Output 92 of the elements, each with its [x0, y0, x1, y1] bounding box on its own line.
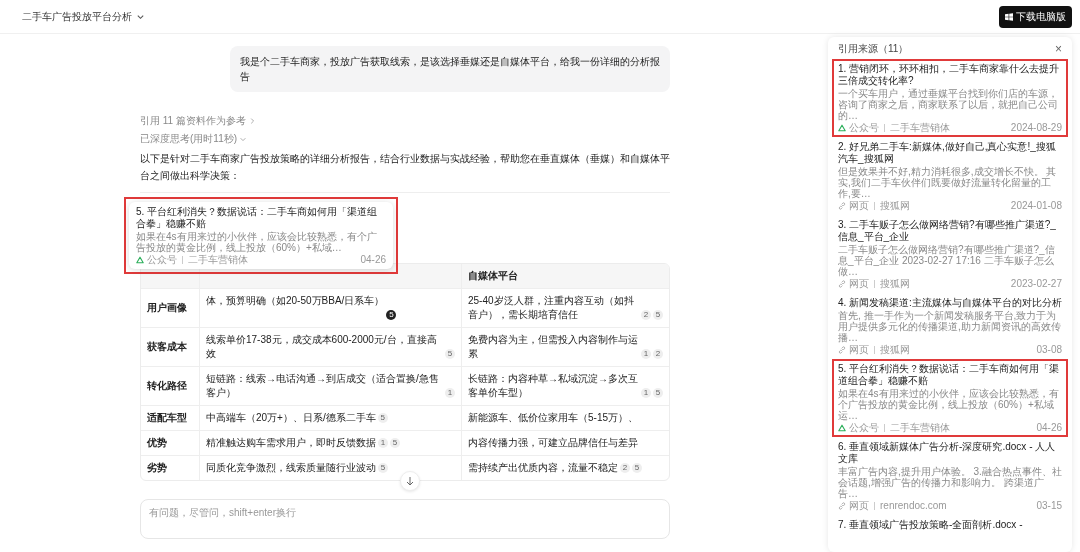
source-snippet: 如果在4s有用来过的小伙伴，应该会比较熟悉，有个广告投放的黄金比例，线上投放（60%）+私域运… [838, 388, 1060, 421]
source-date: 2024-08-29 [1010, 122, 1062, 133]
table-cell-text: 短链路：线索→电话沟通→到店成交（适合置换/急售客户） [206, 372, 440, 400]
citation-badge[interactable]: 5 [378, 463, 388, 473]
table-cell: 长链路：内容种草→私域沉淀→多次互客单价车型） [468, 372, 639, 400]
source-date: 04-26 [360, 254, 386, 265]
table-cell: 新能源车、低价位家用车（5-15万）、 [468, 411, 638, 425]
source-title: 1. 营销闭环，环环相扣，二手车商家靠什么去提升三倍成交转化率? [838, 63, 1061, 87]
table-cell: 中高端车（20万+）、日系/德系二手车 [206, 411, 376, 425]
row-label: 用户画像 [147, 301, 187, 315]
source-title: 2. 好兄弟二手车:新媒体,做好自己,真心实意!_搜狐汽车_搜狐网 [838, 141, 1057, 165]
source-name: 搜狐网 [880, 278, 910, 289]
source-type: 网页 [849, 344, 869, 355]
citation-badge[interactable]: 1 [641, 388, 651, 398]
source-name: 搜狐网 [880, 344, 910, 355]
source-card[interactable]: 2. 好兄弟二手车:新媒体,做好自己,真心实意!_搜狐汽车_搜狐网 但是效果并不好,精力消耗很多,成交增长不快。 其实,我们二手车伙伴们既要做好流量转化留量的工作,要… 网页 搜狐网 2024-01-08 [832, 137, 1068, 215]
table-cell: 同质化竞争激烈，线索质量随行业波动 [206, 461, 376, 475]
source-snippet: 首先, 推一手作为一个新闻发稿服务平台,致力于为用户提供多元化的传播渠道,助力新闻资讯的高效传播… [838, 310, 1062, 343]
table-cell: 内容传播力强，可建立品牌信任与差异 [468, 436, 638, 450]
source-card[interactable]: 7. 垂直领域广告投放策略-全面剖析.docx - [832, 515, 1068, 535]
source-type: 公众号 [147, 254, 177, 265]
source-name: 搜狐网 [880, 200, 910, 211]
citation-badge[interactable]: 2 [641, 310, 651, 320]
source-card[interactable]: 4. 新闻发稿渠道:主流媒体与自媒体平台的对比分析 首先, 推一手作为一个新闻发稿服务平台,致力于为用户提供多元化的传播渠道,助力新闻资讯的高效传播… 网页 搜狐网 03-08 [832, 293, 1068, 359]
close-button[interactable]: × [1055, 43, 1062, 55]
citation-badge[interactable]: 2 [653, 349, 663, 359]
link-icon [838, 279, 846, 288]
citation-badge[interactable]: 1 [378, 438, 388, 448]
table-cell: 体，预算明确（如20-50万BBA/日系车） [206, 294, 385, 308]
source-title: 7. 垂直领域广告投放策略-全面剖析.docx - [838, 519, 1024, 531]
source-card[interactable]: 3. 二手车贩子怎么做网络营销?有哪些推广渠道?_信息_平台_企业 二手车贩子怎么做网络营销?有哪些推广渠道?_信息_平台_企业 2023-02-27 17:16 二手车贩子怎么做… 网页 搜狐网 2023-02-27 [832, 215, 1068, 293]
table-cell: 需持续产出优质内容，流量不稳定 [468, 461, 618, 475]
source-date: 2024-01-08 [1010, 200, 1062, 211]
source-title: 6. 垂直领域新媒体广告分析-深度研究.docx - 人人文库 [838, 441, 1057, 465]
row-label: 劣势 [147, 461, 167, 475]
references-link[interactable]: 引用 11 篇资料作为参考 [140, 114, 246, 128]
source-type: 网页 [849, 200, 869, 211]
source-title: 3. 二手车贩子怎么做网络营销?有哪些推广渠道?_信息_平台_企业 [838, 219, 1057, 243]
source-type: 网页 [849, 278, 869, 289]
conversation-title[interactable]: 二手车广告投放平台分析 [22, 9, 132, 24]
source-snippet: 二手车贩子怎么做网络营销?有哪些推广渠道?_信息_平台_企业 2023-02-27 17:16 二手车贩子怎么做… [838, 244, 1056, 277]
citation-badge[interactable]: 5 [653, 388, 663, 398]
answer-paragraph: 以下是针对二手车商家广告投放策略的详细分析报告，结合行业数据与实战经验，帮助您在垂直媒体（垂媒）和自媒体平台之间做出科学决策： [140, 152, 670, 183]
citation-badge[interactable]: 1 [445, 388, 455, 398]
triangle-icon [838, 423, 846, 432]
citation-badge[interactable]: 2 [620, 463, 630, 473]
chevron-down-icon[interactable] [136, 12, 145, 21]
message-input[interactable]: 有问题，尽管问，shift+enter换行 [140, 499, 670, 539]
source-snippet: 一个买车用户，通过垂媒平台找到你们店的车源，咨询了商家之后，商家联系了以后，就把自己公司的… [838, 88, 1059, 121]
source-date: 03-15 [1036, 500, 1062, 511]
table-cell: 精准触达购车需求用户，即时反馈数据 [206, 436, 376, 450]
source-card[interactable]: 6. 垂直领域新媒体广告分析-深度研究.docx - 人人文库 丰富广告内容,提升用户体验。 3.融合热点事件、社会话题,增强广告的传播力和影响力。 跨渠道广告… 网页 renrendoc.com 03-15 [832, 437, 1068, 515]
table-cell-text: 线索单价17-38元，成交成本600-2000元/台，直接高效 [206, 333, 438, 361]
source-type: 网页 [849, 500, 869, 511]
table-cell: 免费内容为主，但需投入内容制作与运累 [468, 333, 639, 361]
source-name: renrendoc.com [880, 500, 947, 511]
link-icon [838, 345, 846, 354]
thinking-toggle[interactable]: 已深度思考(用时11秒) [140, 132, 238, 146]
source-type: 公众号 [849, 122, 879, 133]
download-button[interactable]: 下载电脑版 [999, 5, 1072, 28]
header-cell: 自媒体平台 [468, 269, 518, 283]
citation-badge[interactable]: 5 [632, 463, 642, 473]
link-icon [838, 201, 846, 210]
source-snippet: 丰富广告内容,提升用户体验。 3.融合热点事件、社会话题,增强广告的传播力和影响力。 跨渠道广告… [838, 466, 1062, 499]
source-title: 4. 新闻发稿渠道:主流媒体与自媒体平台的对比分析 [838, 297, 1062, 309]
source-type: 公众号 [849, 422, 879, 433]
table-cell-text: 25-40岁泛人群，注重内容互动（如抖音户），需长期培育信任 [468, 294, 635, 322]
link-icon [838, 501, 846, 510]
windows-icon [1005, 12, 1013, 21]
row-label: 转化路径 [147, 379, 187, 393]
citation-badge[interactable]: 1 [641, 349, 651, 359]
source-date: 03-08 [1036, 344, 1062, 355]
citation-badge[interactable]: 5 [390, 438, 400, 448]
row-label: 适配车型 [147, 411, 187, 425]
popover-title[interactable]: 5. 平台红利消失？数据说话：二手车商如何用「渠道组合拳」稳赚不赔 [136, 206, 386, 230]
citation-badge[interactable]: 5 [386, 310, 397, 320]
triangle-icon [136, 255, 144, 264]
citation-badge[interactable]: 5 [377, 413, 388, 423]
row-label: 优势 [147, 436, 167, 450]
source-date: 2023-02-27 [1010, 278, 1062, 289]
panel-title: 引用来源（11） [838, 42, 909, 56]
arrow-down-icon [405, 476, 415, 486]
popover-snippet: 如果在4s有用来过的小伙伴，应该会比较熟悉，有个广告投放的黄金比例，线上投放（60%）+私域… [136, 231, 378, 253]
source-title: 5. 平台红利消失？数据说话：二手车商如何用「渠道组合拳」稳赚不赔 [838, 363, 1061, 387]
row-label: 获客成本 [147, 340, 187, 354]
citation-badge[interactable]: 5 [653, 310, 663, 320]
user-message: 我是个二手车商家，投放广告获取线索，是该选择垂媒还是自媒体平台，给我一份详细的分析报告 [230, 46, 670, 92]
chevron-down-icon [239, 135, 248, 143]
source-date: 04-26 [1036, 422, 1062, 433]
triangle-icon [838, 123, 846, 132]
source-snippet: 但是效果并不好,精力消耗很多,成交增长不快。 其实,我们二手车伙伴们既要做好流量转化留量的工作,要… [838, 166, 1058, 199]
citation-badge[interactable]: 5 [445, 349, 455, 359]
